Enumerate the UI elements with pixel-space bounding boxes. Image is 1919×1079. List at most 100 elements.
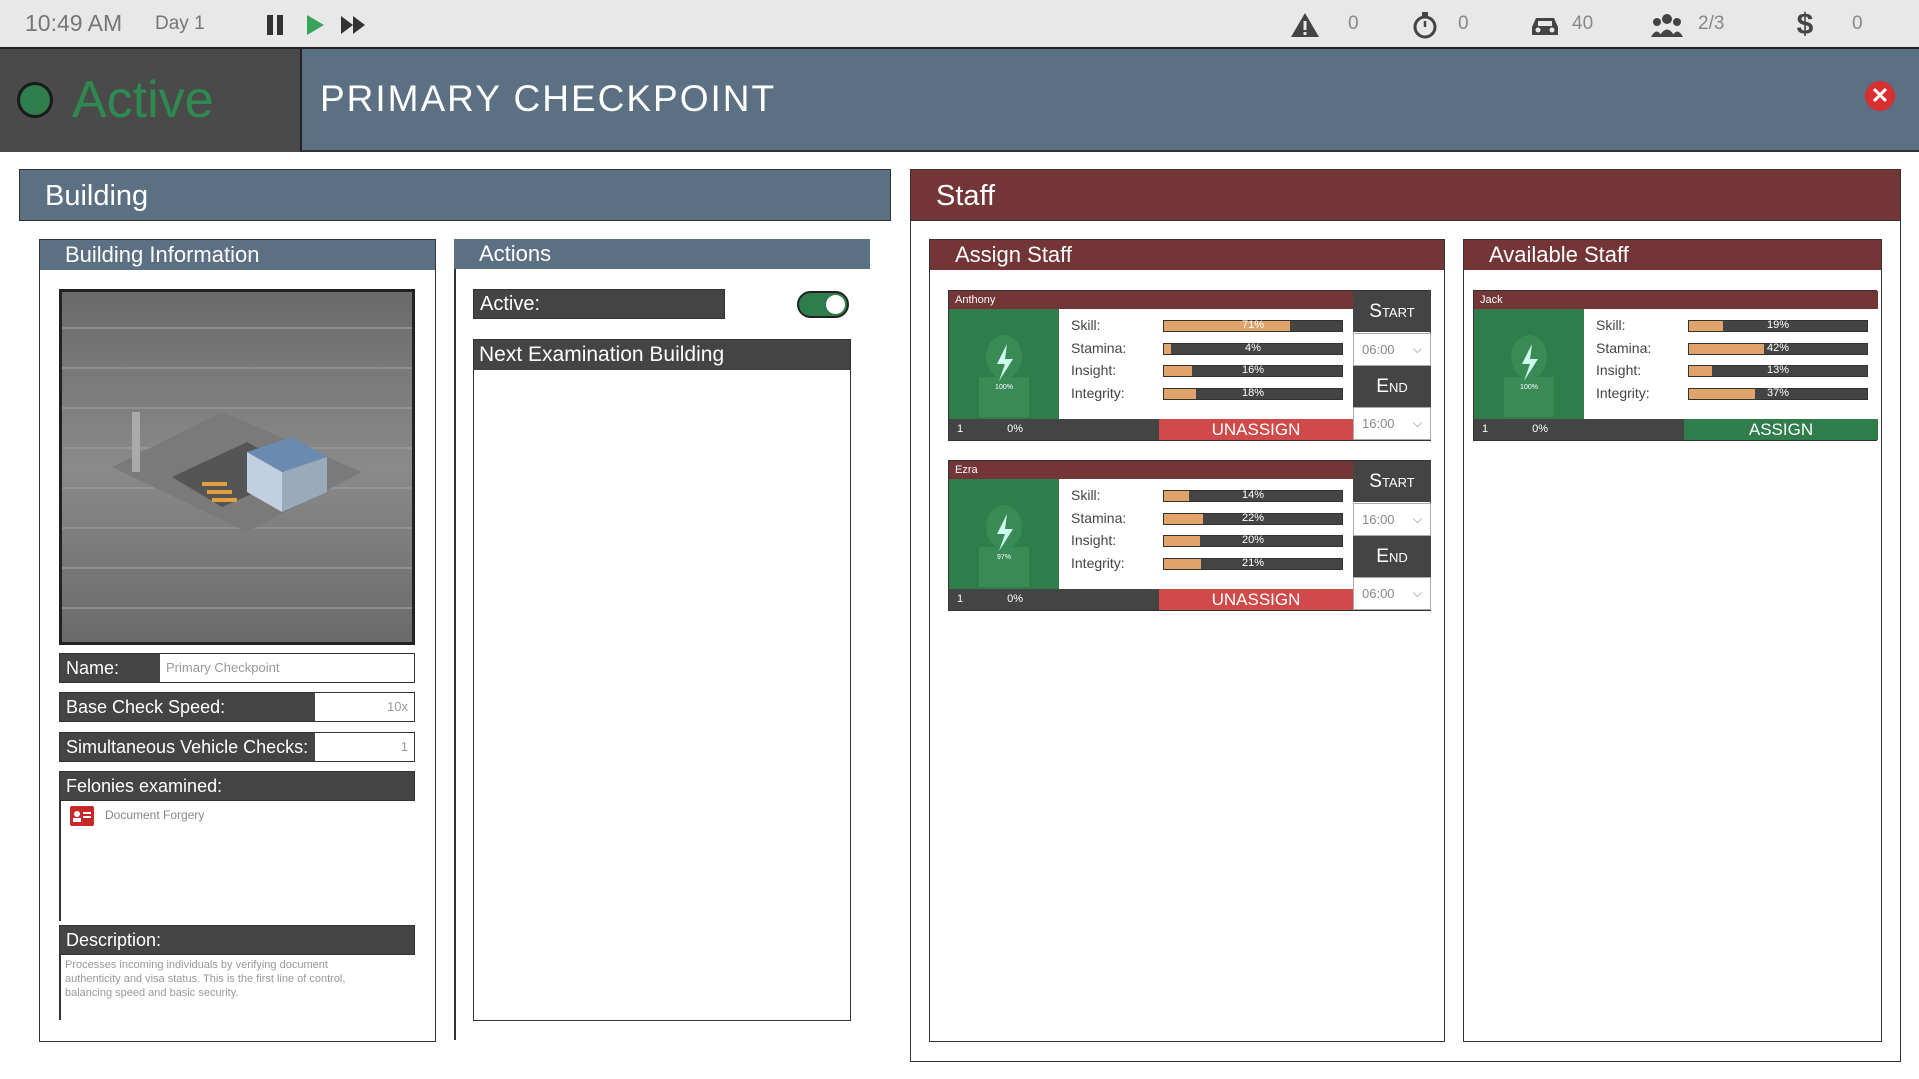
integrity-bar: 21% xyxy=(1163,557,1343,570)
stamina-value: 22% xyxy=(1241,512,1265,524)
staff-level: 1 xyxy=(957,593,964,605)
close-button[interactable]: ✕ xyxy=(1865,81,1895,111)
dollar-icon[interactable]: $ xyxy=(1788,8,1822,42)
skill-bar: 71% xyxy=(1163,319,1343,332)
staff-stats: Skill: 71% Stamina: 4% Insight: 16% Integri… xyxy=(1059,309,1353,419)
play-icon[interactable] xyxy=(298,8,332,42)
name-row: Name: Primary Checkpoint xyxy=(59,653,415,683)
status-indicator xyxy=(17,82,53,118)
name-label: Name: xyxy=(60,654,160,682)
staff-section-header: Staff xyxy=(910,169,1901,221)
stamina-value: 42% xyxy=(1766,342,1790,354)
actions-header: Actions xyxy=(454,239,870,269)
next-building-panel: Next Examination Building xyxy=(473,339,851,1021)
unassign-button[interactable]: UNASSIGN xyxy=(1159,589,1353,610)
page-title: PRIMARY CHECKPOINT xyxy=(320,78,777,119)
end-label: End xyxy=(1353,536,1431,577)
clock-time: 10:49 AM xyxy=(25,10,123,36)
integrity-value: 18% xyxy=(1241,387,1265,399)
close-icon: ✕ xyxy=(1870,83,1890,108)
description-header: Description: xyxy=(59,925,415,955)
staff-level-bar: 1 0% xyxy=(949,589,1059,610)
end-time-value: 16:00 xyxy=(1362,416,1395,431)
assign-button[interactable]: ASSIGN xyxy=(1684,419,1878,440)
staff-group-icon[interactable] xyxy=(1650,8,1684,42)
skill-value: 71% xyxy=(1241,319,1265,331)
start-time-value: 06:00 xyxy=(1362,342,1395,357)
skill-value: 14% xyxy=(1241,489,1265,501)
stamina-bar: 22% xyxy=(1163,512,1343,525)
active-row: Active: xyxy=(473,289,725,319)
staff-portrait: 97% xyxy=(949,479,1059,589)
available-staff-header: Available Staff xyxy=(1464,240,1881,270)
id-card-icon xyxy=(70,806,94,826)
staff-xp: 0% xyxy=(1532,423,1549,435)
available-staff-card[interactable]: Jack 100% Skill: 19% Stamina: 42% Insight:… xyxy=(1473,290,1878,441)
money-count: 0 xyxy=(1852,13,1863,34)
actions-header-wrap: Actions xyxy=(454,239,870,269)
active-label: Active: xyxy=(474,290,724,318)
name-field[interactable]: Primary Checkpoint xyxy=(160,654,414,682)
staff-energy: 100% xyxy=(995,384,1013,391)
unassign-button[interactable]: UNASSIGN xyxy=(1159,419,1353,440)
building-section-header: Building xyxy=(19,169,891,221)
staff-energy: 100% xyxy=(1520,384,1538,391)
staff-name: Anthony xyxy=(949,291,1353,309)
description-label: Description: xyxy=(60,926,414,954)
staff-card[interactable]: Ezra 97% Skill: 14% Stamina: 22% Insight: 2… xyxy=(948,460,1431,611)
start-time-select[interactable]: 16:00 ⌵ xyxy=(1353,503,1431,536)
insight-label: Insight: xyxy=(1071,532,1117,548)
active-toggle[interactable] xyxy=(797,291,849,318)
warning-icon[interactable] xyxy=(1288,8,1322,42)
staff-level: 1 xyxy=(1482,423,1489,435)
chevron-down-icon: ⌵ xyxy=(1412,416,1422,430)
staff-foot-spacer xyxy=(1584,419,1684,440)
end-time-select[interactable]: 06:00 ⌵ xyxy=(1353,577,1431,610)
end-label: End xyxy=(1353,366,1431,407)
sim-checks-label: Simultaneous Vehicle Checks: xyxy=(60,733,315,761)
skill-value: 19% xyxy=(1766,319,1790,331)
integrity-value: 37% xyxy=(1766,387,1790,399)
skill-label: Skill: xyxy=(1071,487,1101,503)
actions-border xyxy=(454,269,456,1040)
skill-bar: 19% xyxy=(1688,319,1868,332)
pause-icon[interactable] xyxy=(258,8,292,42)
staff-foot-spacer xyxy=(1059,589,1159,610)
description-text: Processes incoming individuals by verify… xyxy=(65,959,346,999)
stopwatch-icon[interactable] xyxy=(1408,8,1442,42)
end-time-select[interactable]: 16:00 ⌵ xyxy=(1353,407,1431,440)
skill-label: Skill: xyxy=(1596,317,1626,333)
insight-label: Insight: xyxy=(1596,362,1642,378)
integrity-bar: 37% xyxy=(1688,387,1868,400)
stamina-label: Stamina: xyxy=(1596,340,1652,356)
timer-count: 0 xyxy=(1458,13,1469,34)
start-time-value: 16:00 xyxy=(1362,512,1395,527)
staff-energy: 97% xyxy=(996,554,1011,561)
staff-level-bar: 1 0% xyxy=(1474,419,1584,440)
stamina-label: Stamina: xyxy=(1071,340,1127,356)
insight-value: 20% xyxy=(1241,534,1265,546)
integrity-value: 21% xyxy=(1241,557,1265,569)
chevron-down-icon: ⌵ xyxy=(1412,342,1422,356)
stamina-bar: 4% xyxy=(1163,342,1343,355)
insight-label: Insight: xyxy=(1071,362,1117,378)
vehicles-count: 40 xyxy=(1572,13,1594,34)
building-info-header: Building Information xyxy=(40,240,435,270)
stamina-label: Stamina: xyxy=(1071,510,1127,526)
next-building-header: Next Examination Building xyxy=(474,340,850,370)
start-time-select[interactable]: 06:00 ⌵ xyxy=(1353,333,1431,366)
sim-checks-row: Simultaneous Vehicle Checks: 1 xyxy=(59,732,415,762)
speed-value: 10x xyxy=(315,693,414,721)
staff-foot-spacer xyxy=(1059,419,1159,440)
car-icon[interactable] xyxy=(1528,8,1562,42)
staff-xp: 0% xyxy=(1007,423,1024,435)
status-label: Active xyxy=(72,71,214,129)
staff-card[interactable]: Anthony 100% Skill: 71% Stamina: 4% Insigh… xyxy=(948,290,1431,441)
skill-label: Skill: xyxy=(1071,317,1101,333)
description-border xyxy=(59,955,61,1020)
speed-row: Base Check Speed: 10x xyxy=(59,692,415,722)
fast-forward-icon[interactable] xyxy=(337,8,371,42)
top-bar: 10:49 AM Day 1 0 0 40 2/3 $ 0 xyxy=(0,0,1919,49)
skill-bar: 14% xyxy=(1163,489,1343,502)
sim-checks-value: 1 xyxy=(315,733,414,761)
